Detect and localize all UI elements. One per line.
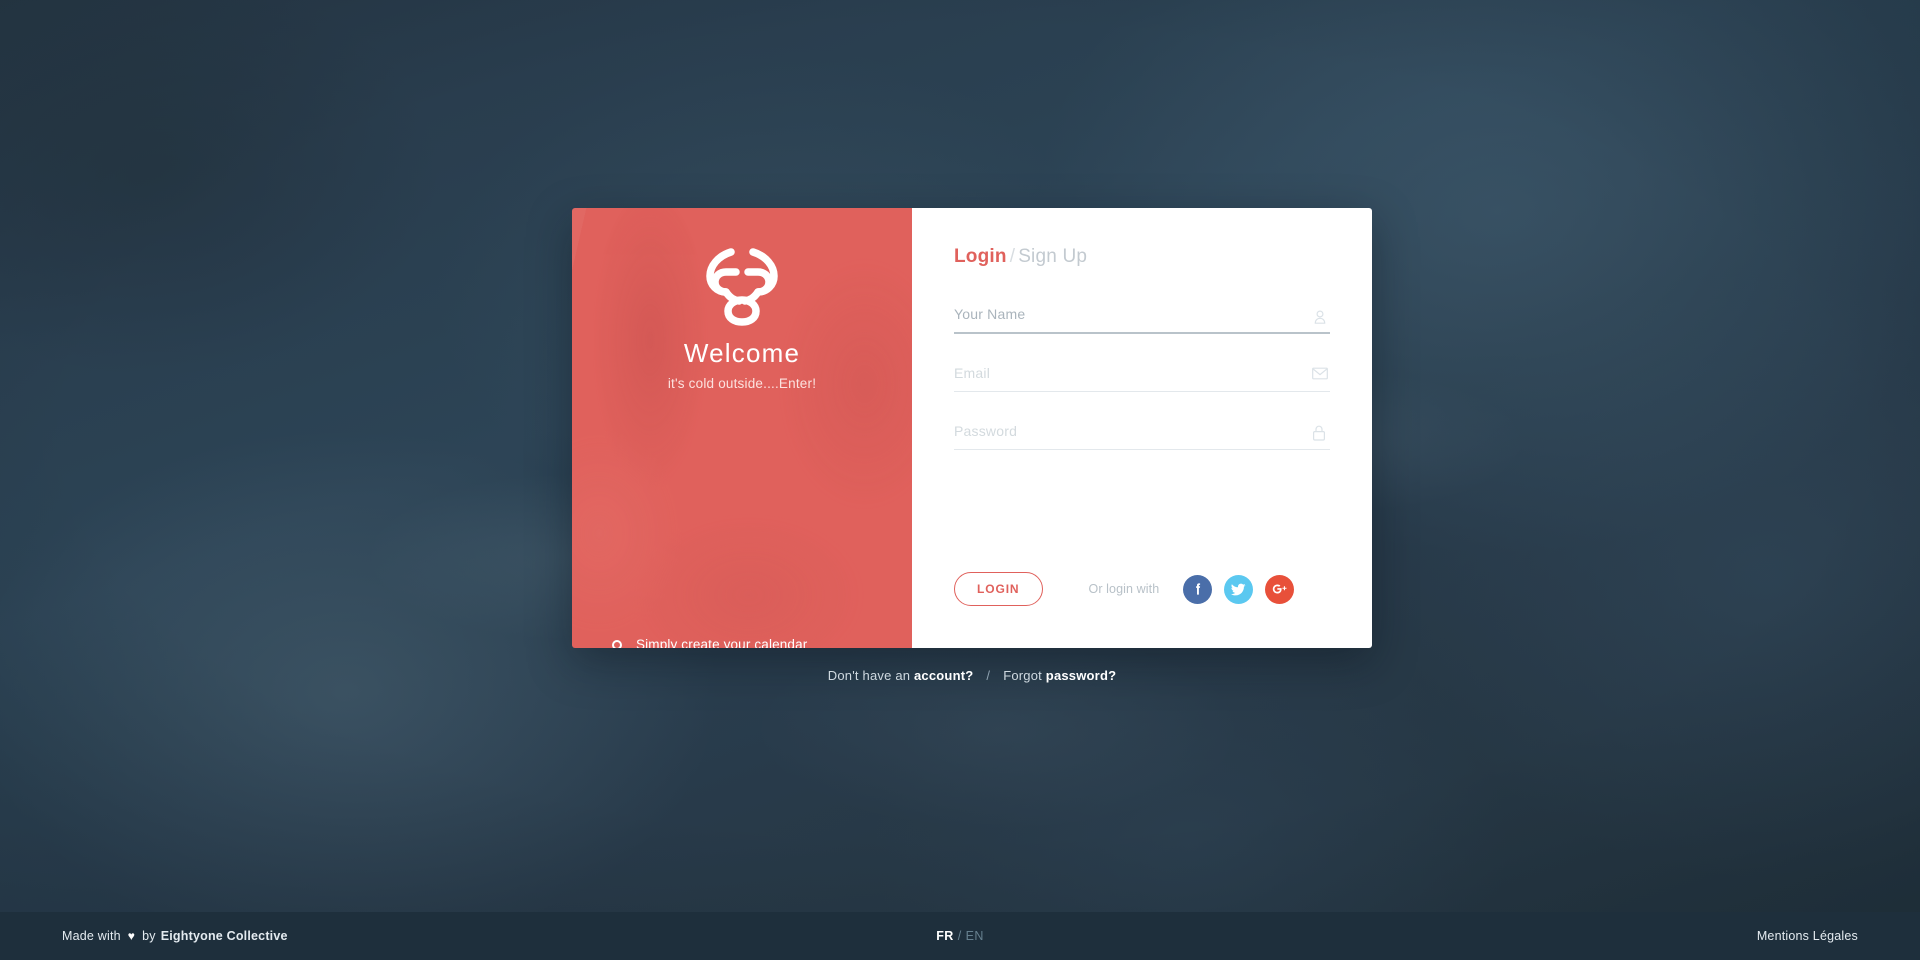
- welcome-title: Welcome: [683, 338, 801, 368]
- twitter-login-button[interactable]: [1224, 574, 1254, 604]
- forgot-prefix: Forgot: [1003, 668, 1042, 683]
- or-login-with-label: Or login with: [1088, 582, 1160, 596]
- logo: [572, 208, 912, 326]
- language-switcher: FR / EN: [936, 929, 984, 943]
- name-field-group: [954, 302, 1330, 334]
- feature-list: Simply create your calendar Add content …: [612, 637, 912, 648]
- tab-login[interactable]: Login: [954, 246, 1007, 267]
- signup-link[interactable]: Don't have an account?: [828, 668, 974, 683]
- forgot-strong: password?: [1045, 668, 1117, 683]
- by-label: by: [142, 929, 156, 943]
- language-en[interactable]: EN: [966, 929, 984, 943]
- google-plus-icon: [1271, 582, 1289, 596]
- signup-prefix: Don't have an: [827, 668, 911, 683]
- language-fr[interactable]: FR: [936, 929, 953, 943]
- signup-strong: account?: [914, 668, 974, 683]
- password-input[interactable]: [954, 419, 1330, 450]
- feature-label: Simply create your calendar: [636, 637, 808, 648]
- social-login-buttons: [1183, 574, 1295, 604]
- form-tabs: Login / Sign Up: [954, 246, 1330, 268]
- tab-signup[interactable]: Sign Up: [1018, 246, 1087, 267]
- login-button[interactable]: LOGIN: [954, 572, 1043, 606]
- under-links-separator: /: [986, 668, 991, 683]
- ring-bullet-icon: [612, 639, 622, 648]
- deer-antler-logo-icon: [706, 248, 778, 326]
- footer-credit: Made with ♥ by Eightyone Collective: [62, 929, 288, 943]
- under-card-links: Don't have an account? / Forgot password?: [572, 668, 1372, 683]
- password-field-group: [954, 419, 1330, 450]
- footer-bar: Made with ♥ by Eightyone Collective FR / E…: [0, 912, 1920, 960]
- login-page: Welcome it's cold outside....Enter! Simp…: [0, 0, 1920, 960]
- heart-icon: ♥: [127, 929, 136, 943]
- forgot-password-link[interactable]: Forgot password?: [1003, 668, 1116, 683]
- footer-brand: Eightyone Collective: [160, 929, 288, 943]
- facebook-login-button[interactable]: [1183, 574, 1213, 604]
- email-field-group: [954, 361, 1330, 392]
- language-separator: /: [957, 929, 962, 943]
- form-actions: LOGIN Or login with: [954, 572, 1330, 606]
- twitter-icon: [1230, 581, 1247, 597]
- login-card: Welcome it's cold outside....Enter! Simp…: [572, 208, 1372, 648]
- feature-item: Simply create your calendar: [612, 637, 912, 648]
- made-with-label: Made with: [62, 929, 121, 943]
- login-form-panel: Login / Sign Up Your Name Email LOGIN Or…: [912, 208, 1372, 648]
- welcome-panel: Welcome it's cold outside....Enter! Simp…: [572, 208, 912, 648]
- welcome-tagline: it's cold outside....Enter!: [667, 376, 817, 391]
- legal-link[interactable]: Mentions Légales: [1757, 929, 1858, 943]
- name-input[interactable]: [954, 302, 1330, 334]
- email-input[interactable]: [954, 361, 1330, 392]
- tab-separator: /: [1009, 246, 1016, 267]
- facebook-icon: [1190, 581, 1206, 597]
- googleplus-login-button[interactable]: [1265, 574, 1295, 604]
